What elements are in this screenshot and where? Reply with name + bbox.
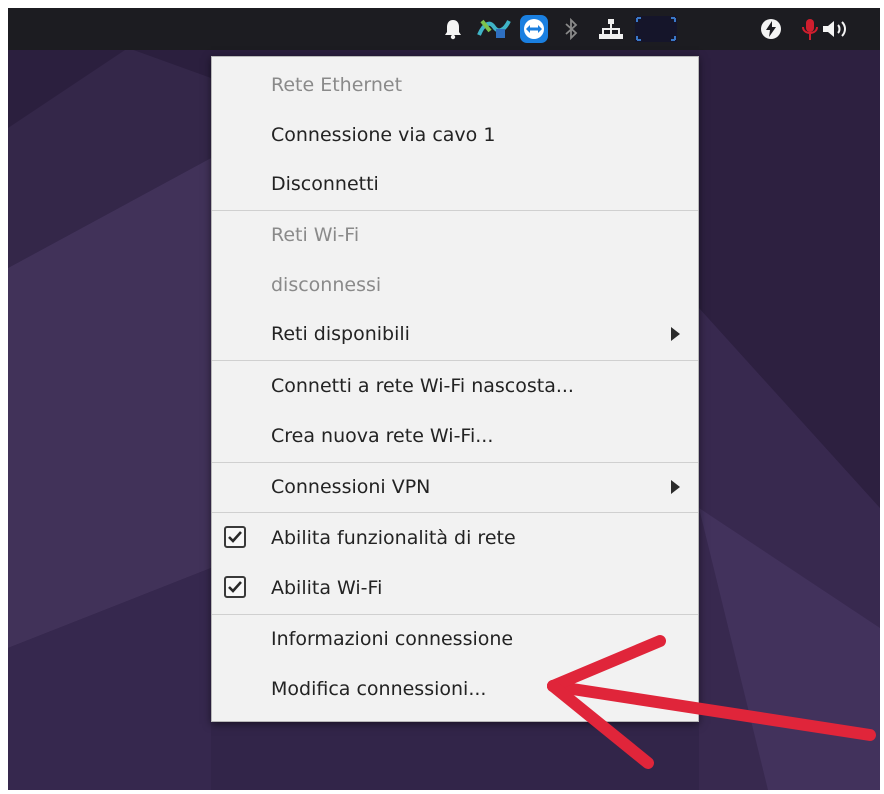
submenu-arrow-icon [671,327,680,341]
menu-item-connection-info[interactable]: Informazioni connessione [212,616,698,662]
checkmark-icon [228,581,242,593]
microphone-muted-icon[interactable] [798,14,822,44]
menu-separator [212,210,698,211]
volume-icon[interactable] [820,14,850,44]
connect-hidden-label: Connetti a rete Wi-Fi nascosta... [271,375,574,397]
checkmark-icon [228,531,242,543]
teamviewer-icon[interactable] [518,14,550,44]
window-indicator-icon[interactable] [632,14,680,44]
network-app-icon[interactable] [474,14,514,44]
wired-connection-label: Connessione via cavo 1 [271,124,496,146]
menu-item-available-networks[interactable]: Reti disponibili [212,311,698,357]
menu-item-enable-wifi[interactable]: Abilita Wi-Fi [212,565,698,611]
desktop-screen: Rete Ethernet Connessione via cavo 1 Dis… [8,8,880,790]
menu-separator [212,614,698,615]
wifi-status-label: disconnessi [271,274,382,296]
wifi-header-label: Reti Wi-Fi [271,224,360,246]
enable-wifi-label: Abilita Wi-Fi [271,577,383,599]
submenu-arrow-icon [671,480,680,494]
menu-item-vpn-connections[interactable]: Connessioni VPN [212,464,698,510]
create-new-label: Crea nuova rete Wi-Fi... [271,425,494,447]
menu-item-edit-connections[interactable]: Modifica connessioni... [212,666,698,712]
edit-connections-label: Modifica connessioni... [271,678,487,700]
enable-wifi-checkbox[interactable] [224,576,246,598]
wifi-status: disconnessi [212,262,698,308]
disconnect-label: Disconnetti [271,173,379,195]
menu-item-wired-connection[interactable]: Connessione via cavo 1 [212,112,698,158]
wired-network-icon[interactable] [596,14,626,44]
connection-info-label: Informazioni connessione [271,628,514,650]
bell-icon[interactable] [438,14,468,44]
wifi-header: Reti Wi-Fi [212,212,698,258]
menu-item-connect-hidden-wifi[interactable]: Connetti a rete Wi-Fi nascosta... [212,363,698,409]
ethernet-header-label: Rete Ethernet [271,74,403,96]
menu-item-enable-networking[interactable]: Abilita funzionalità di rete [212,515,698,561]
ethernet-header: Rete Ethernet [212,62,698,108]
enable-networking-label: Abilita funzionalità di rete [271,527,516,549]
menu-separator [212,360,698,361]
vpn-connections-label: Connessioni VPN [271,476,431,498]
network-context-menu: Rete Ethernet Connessione via cavo 1 Dis… [211,56,699,722]
available-networks-label: Reti disponibili [271,323,410,345]
enable-networking-checkbox[interactable] [224,526,246,548]
menu-item-create-wifi[interactable]: Crea nuova rete Wi-Fi... [212,413,698,459]
menu-item-disconnect[interactable]: Disconnetti [212,161,698,207]
menu-separator [212,512,698,513]
top-panel [8,8,880,50]
power-icon[interactable] [756,14,786,44]
bluetooth-icon[interactable] [556,14,586,44]
menu-separator [212,462,698,463]
